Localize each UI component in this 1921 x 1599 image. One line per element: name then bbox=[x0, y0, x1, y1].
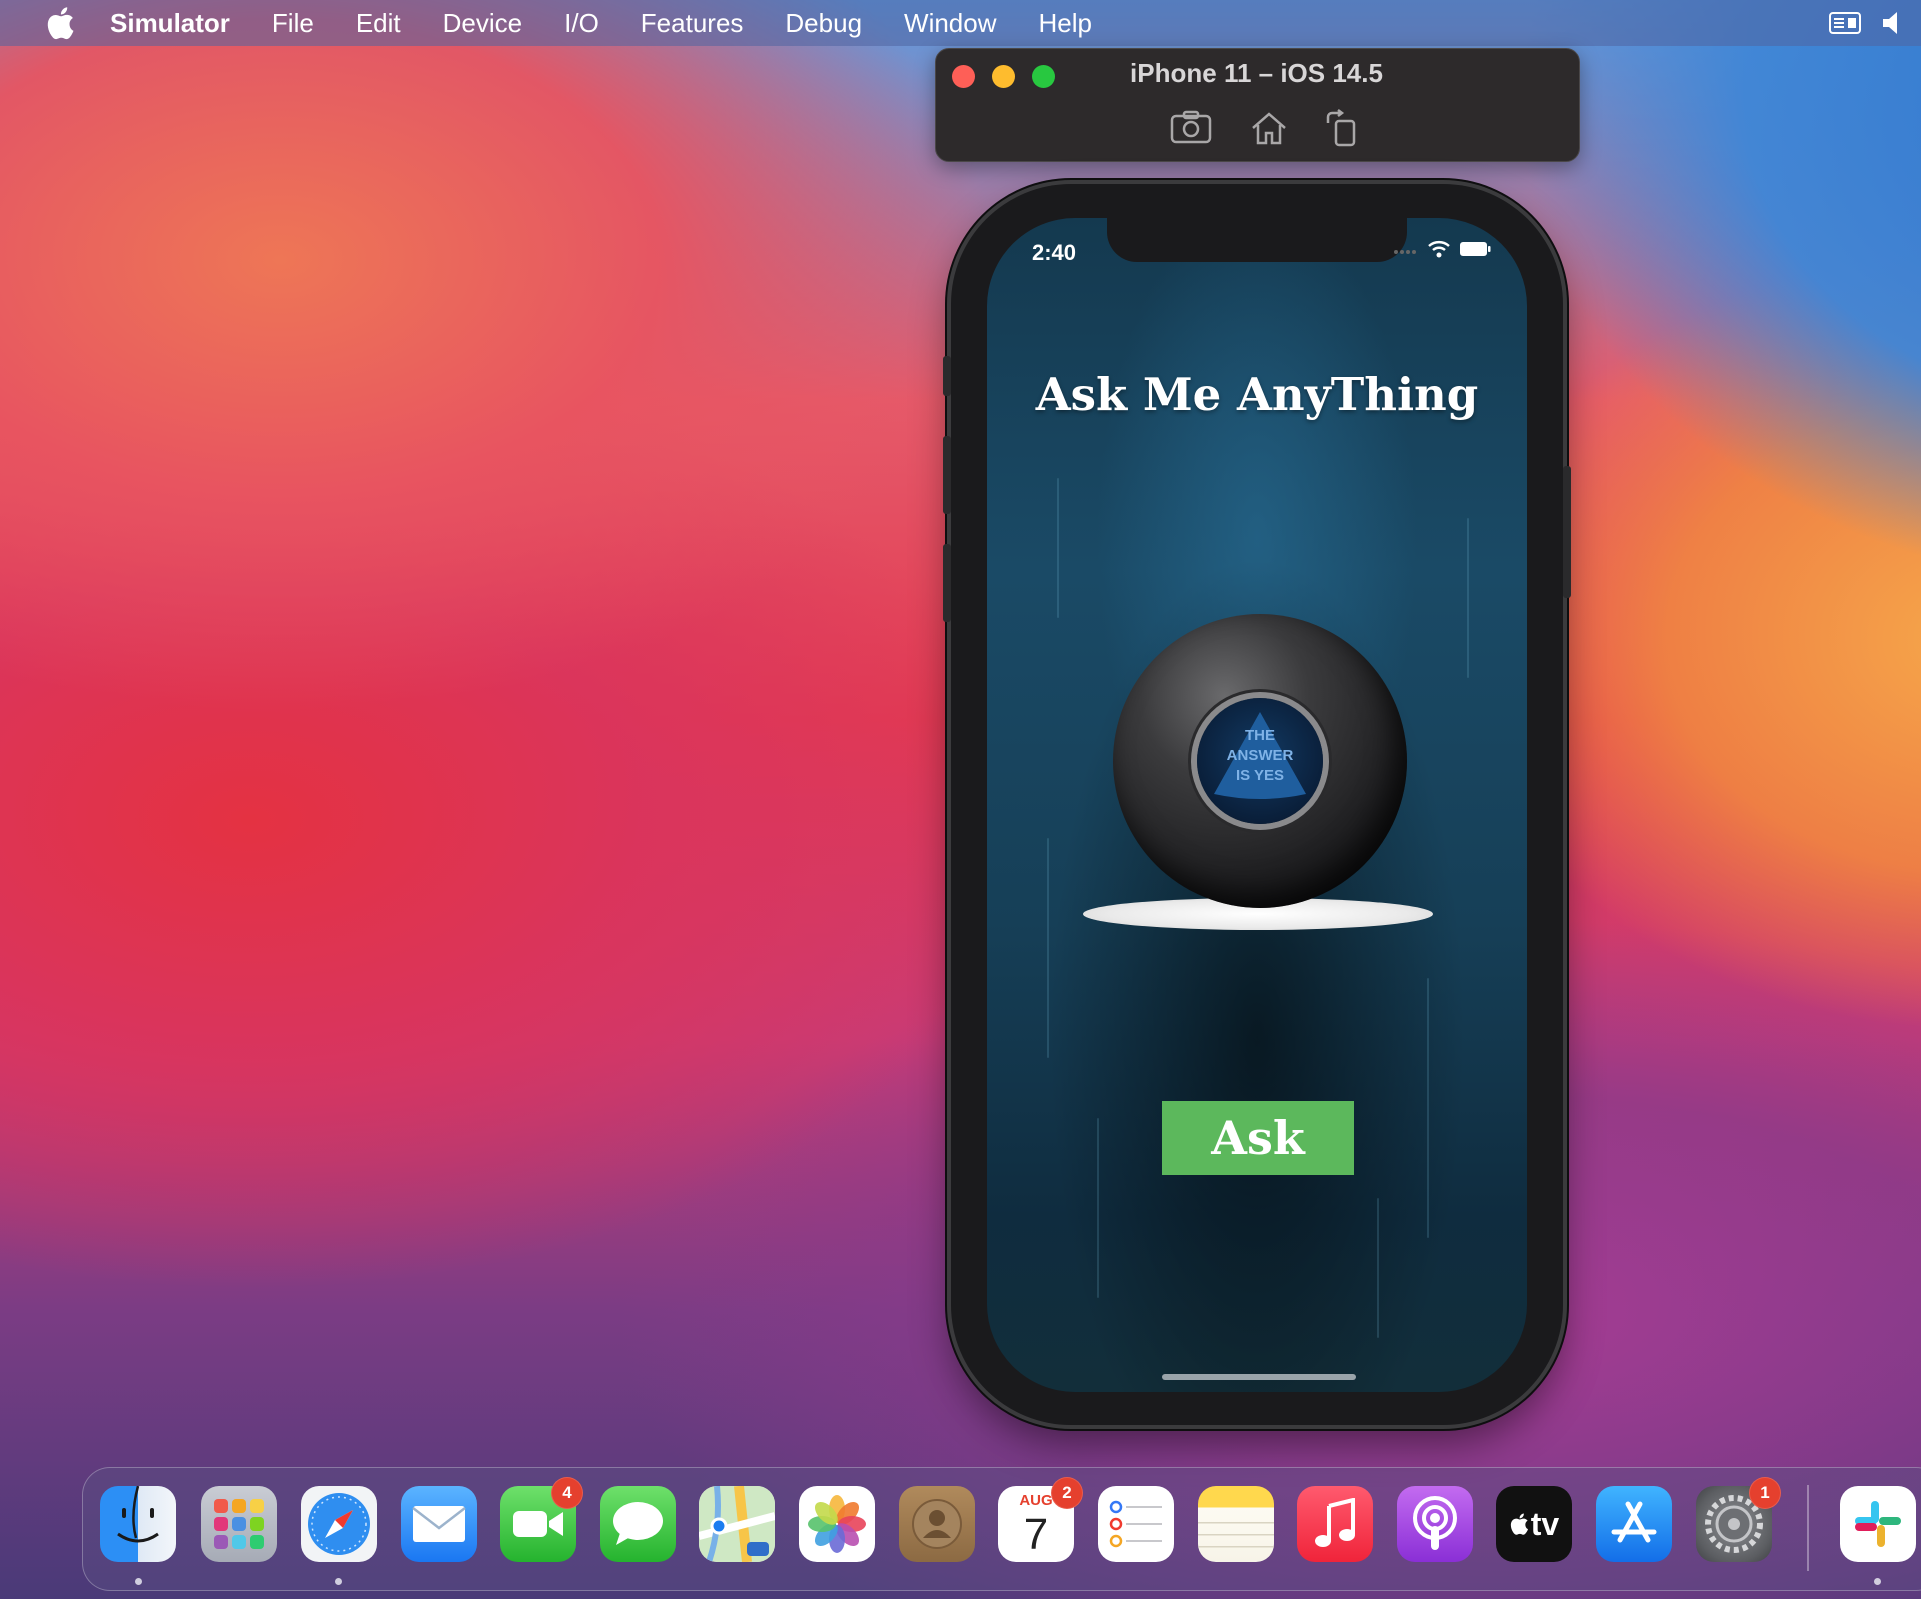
app-screen: 2:40 Ask Me AnyThing THE ANSWER IS YES A… bbox=[987, 218, 1527, 1392]
cellular-signal-icon bbox=[1393, 243, 1419, 261]
screenshot-icon[interactable] bbox=[1168, 106, 1214, 150]
apple-logo-icon bbox=[1510, 1513, 1528, 1535]
menu-io[interactable]: I/O bbox=[564, 8, 599, 39]
podcasts-icon[interactable] bbox=[1397, 1486, 1473, 1562]
rotate-icon[interactable] bbox=[1319, 106, 1365, 150]
status-bar-time: 2:40 bbox=[1032, 240, 1077, 265]
ask-button[interactable]: Ask bbox=[1162, 1101, 1354, 1175]
home-icon[interactable] bbox=[1246, 106, 1292, 150]
ball-answer-window: THE ANSWER IS YES bbox=[1197, 698, 1323, 824]
wifi-icon bbox=[1427, 240, 1451, 263]
reminders-icon[interactable] bbox=[1098, 1486, 1174, 1562]
ball-answer-text: THE ANSWER IS YES bbox=[1226, 727, 1294, 784]
tv-label: tv bbox=[1530, 1505, 1560, 1542]
contacts-icon[interactable] bbox=[899, 1486, 975, 1562]
background-streak bbox=[1377, 1198, 1379, 1338]
menu-app-name[interactable]: Simulator bbox=[110, 8, 230, 39]
running-indicator bbox=[135, 1578, 142, 1585]
menu-device[interactable]: Device bbox=[443, 8, 522, 39]
simulator-window-title: iPhone 11 – iOS 14.5 bbox=[1130, 58, 1383, 88]
calendar-day: 7 bbox=[1023, 1510, 1049, 1559]
photos-icon[interactable] bbox=[799, 1486, 875, 1562]
background-streak bbox=[1097, 1118, 1099, 1298]
background-streak bbox=[1427, 978, 1429, 1238]
safari-icon[interactable] bbox=[301, 1486, 377, 1562]
calendar-badge: 2 bbox=[1051, 1477, 1083, 1509]
menu-window[interactable]: Window bbox=[904, 8, 996, 39]
status-bar-indicators bbox=[1393, 240, 1491, 263]
running-indicator bbox=[1874, 1578, 1881, 1585]
menu-file[interactable]: File bbox=[272, 8, 314, 39]
volume-down-button[interactable] bbox=[943, 544, 951, 622]
mute-switch[interactable] bbox=[943, 356, 951, 396]
background-streak bbox=[1467, 518, 1469, 678]
volume-icon[interactable] bbox=[1881, 10, 1901, 36]
home-indicator[interactable] bbox=[1162, 1374, 1356, 1380]
magic-8-ball-image: THE ANSWER IS YES bbox=[1113, 614, 1407, 908]
launchpad-icon[interactable] bbox=[201, 1486, 277, 1562]
menu-debug[interactable]: Debug bbox=[785, 8, 862, 39]
background-streak bbox=[1057, 478, 1059, 618]
notes-icon[interactable] bbox=[1198, 1486, 1274, 1562]
menu-bar: Simulator File Edit Device I/O Features … bbox=[0, 0, 1921, 46]
menu-features[interactable]: Features bbox=[641, 8, 744, 39]
app-store-icon[interactable] bbox=[1596, 1486, 1672, 1562]
dock-separator bbox=[1807, 1485, 1809, 1571]
background-streak bbox=[1047, 838, 1049, 1058]
menu-edit[interactable]: Edit bbox=[356, 8, 401, 39]
system-preferences-badge: 1 bbox=[1749, 1477, 1781, 1509]
mail-icon[interactable] bbox=[401, 1486, 477, 1562]
tv-icon[interactable]: tv bbox=[1496, 1486, 1572, 1562]
maps-icon[interactable] bbox=[699, 1486, 775, 1562]
messages-icon[interactable] bbox=[600, 1486, 676, 1562]
side-power-button[interactable] bbox=[1563, 466, 1571, 598]
keyboard-viewer-icon[interactable] bbox=[1829, 11, 1861, 35]
running-indicator bbox=[335, 1578, 342, 1585]
device-notch bbox=[1107, 218, 1407, 262]
volume-up-button[interactable] bbox=[943, 436, 951, 514]
facetime-badge: 4 bbox=[551, 1477, 583, 1509]
finder-icon[interactable] bbox=[100, 1486, 176, 1562]
app-title: Ask Me AnyThing bbox=[1035, 368, 1479, 421]
battery-icon bbox=[1459, 241, 1491, 262]
music-icon[interactable] bbox=[1297, 1486, 1373, 1562]
apple-menu-icon[interactable] bbox=[40, 0, 80, 46]
slack-icon[interactable] bbox=[1840, 1486, 1916, 1562]
menu-help[interactable]: Help bbox=[1039, 8, 1092, 39]
